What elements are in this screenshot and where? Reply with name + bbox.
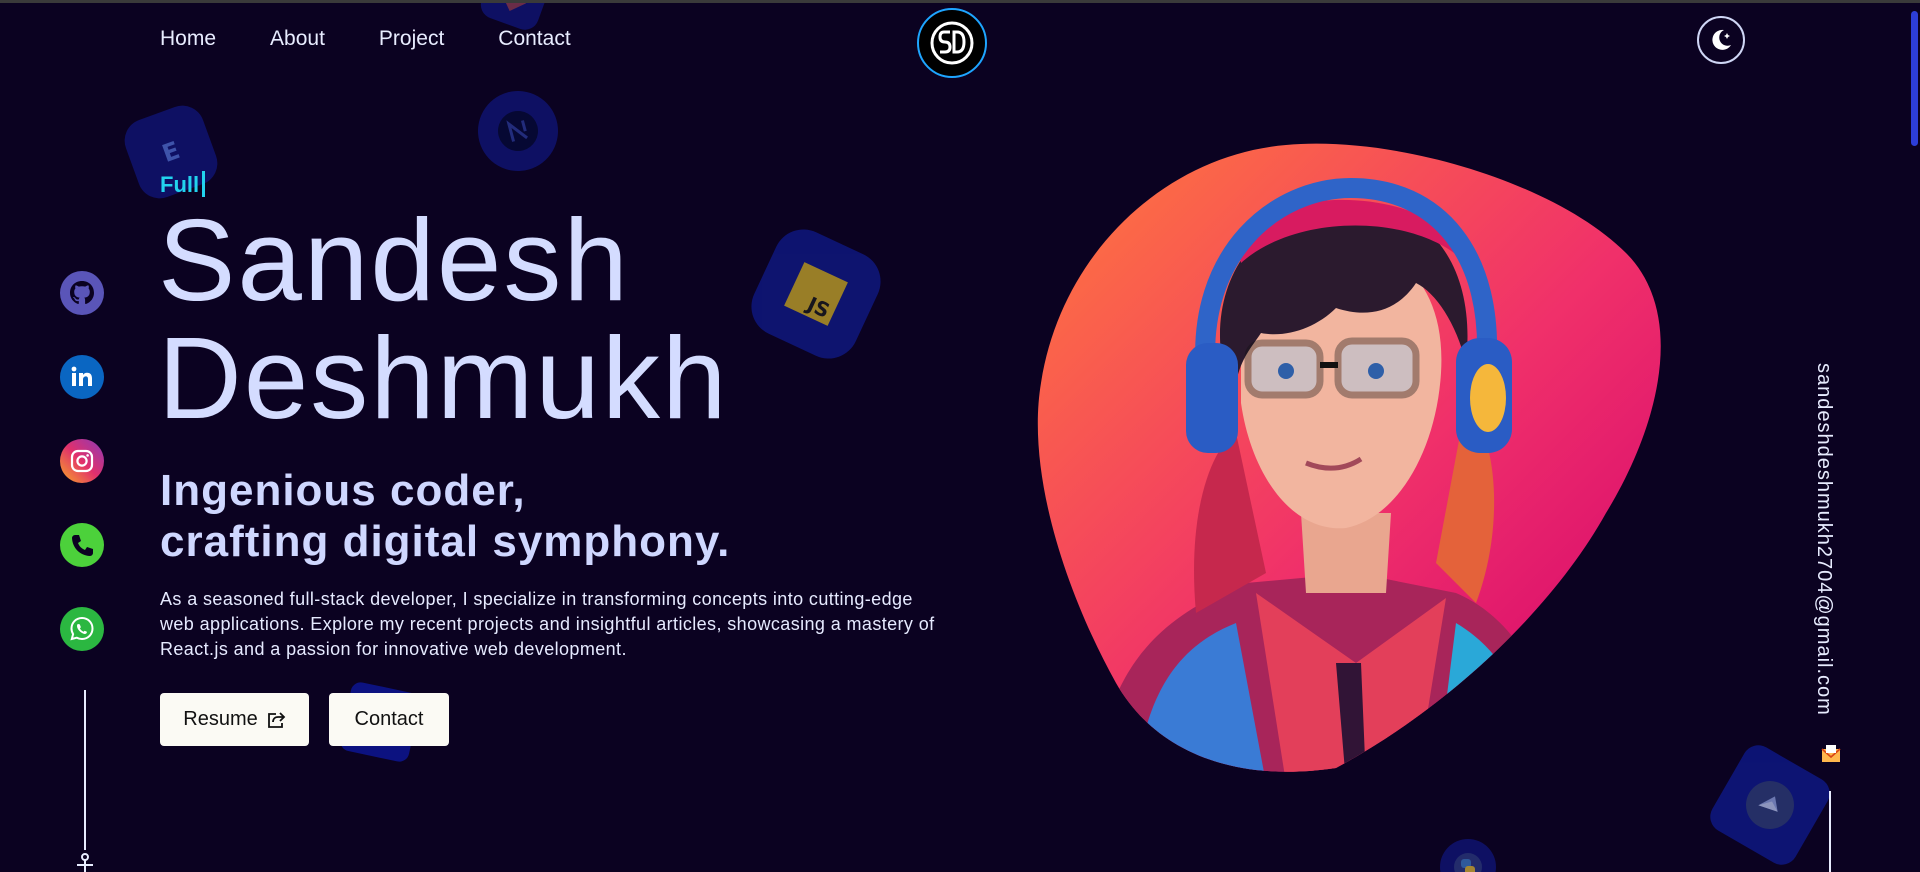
tagline-line-2: crafting digital symphony. [160, 517, 731, 566]
hero-tagline: Ingenious coder, crafting digital sympho… [160, 465, 730, 567]
svg-text:E: E [159, 136, 184, 168]
typing-caret [202, 171, 206, 197]
github-link[interactable] [60, 271, 104, 315]
github-icon [70, 281, 94, 305]
email-link[interactable]: sandeshdeshmukh2704@gmail.com [1812, 363, 1835, 716]
nav-project[interactable]: Project [379, 27, 444, 51]
first-name: Sandesh [158, 195, 630, 325]
hero-description: As a seasoned full-stack developer, I sp… [160, 589, 935, 659]
tagline-line-1: Ingenious coder, [160, 466, 526, 515]
instagram-link[interactable] [60, 439, 104, 483]
last-name: Deshmukh [158, 313, 729, 443]
social-links [60, 271, 104, 651]
instagram-icon [70, 449, 94, 473]
python-badge-icon [1440, 839, 1496, 872]
avatar-illustration [1036, 143, 1661, 773]
theme-toggle-button[interactable] [1697, 16, 1745, 64]
linkedin-link[interactable] [60, 355, 104, 399]
nav-home[interactable]: Home [160, 27, 216, 51]
nav-about[interactable]: About [270, 27, 325, 51]
main-nav: Home About Project Contact [160, 27, 571, 51]
typed-role-word: Full [160, 172, 200, 197]
sd-logo-icon [930, 21, 974, 65]
site-logo[interactable] [917, 8, 987, 78]
email-divider-line [1829, 791, 1831, 872]
contact-label: Contact [354, 708, 424, 730]
nextjs-badge-icon [469, 82, 567, 180]
phone-link[interactable] [60, 523, 104, 567]
ethereum-badge-icon [1704, 739, 1836, 871]
linkedin-icon [71, 366, 92, 386]
scrollbar-thumb[interactable] [1911, 11, 1918, 146]
phone-icon [72, 535, 93, 556]
contact-button[interactable]: Contact [329, 693, 449, 746]
anchor-icon [77, 853, 93, 872]
typed-role-text: Full [160, 171, 206, 198]
page-scrollbar[interactable] [1908, 3, 1920, 872]
resume-label: Resume [183, 708, 258, 730]
resume-button[interactable]: Resume [160, 693, 309, 746]
external-share-icon [267, 711, 286, 728]
moon-icon [1712, 29, 1731, 50]
hero-name: Sandesh Deshmukh [158, 201, 728, 437]
social-divider-line [84, 690, 86, 850]
nav-contact[interactable]: Contact [498, 27, 570, 51]
whatsapp-link[interactable] [60, 607, 104, 651]
javascript-badge-icon: JS [741, 219, 891, 369]
whatsapp-icon [70, 616, 94, 641]
page: E JS Home About Project Contact Full San… [0, 0, 1920, 872]
mail-icon [1821, 745, 1841, 762]
